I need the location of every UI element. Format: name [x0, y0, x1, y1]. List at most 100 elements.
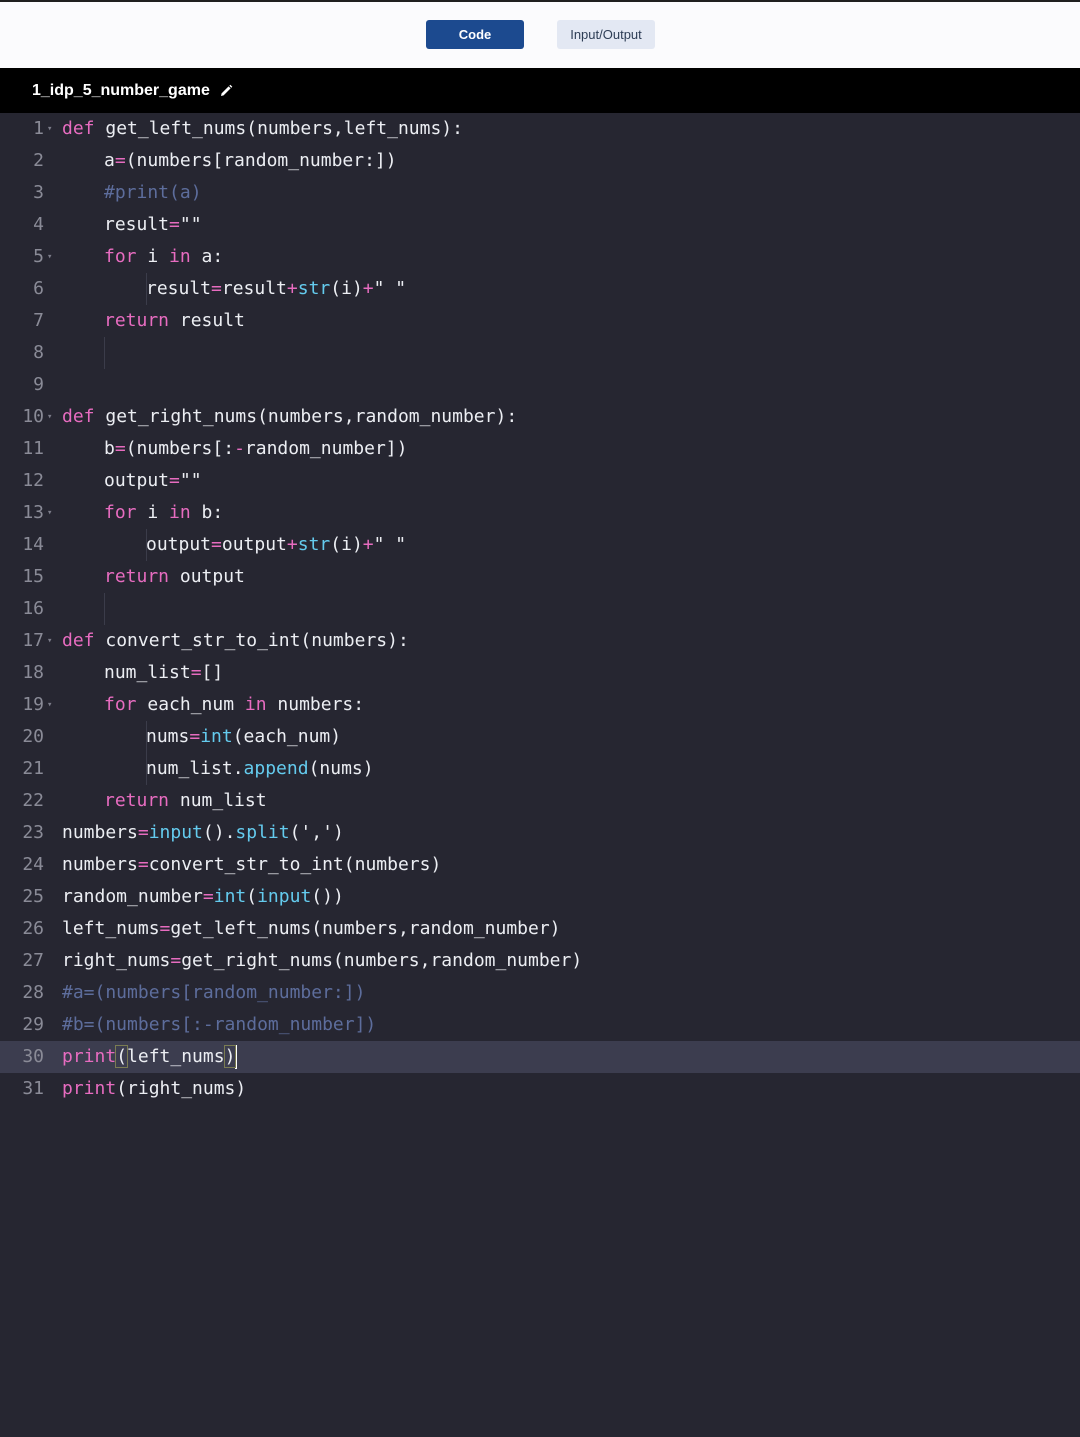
code-token: get_left_nums(numbers,left_nums):: [94, 118, 463, 139]
line-number: 8: [33, 342, 44, 363]
code-token: =: [170, 950, 182, 971]
code-token: "": [179, 470, 202, 491]
fold-arrow-icon[interactable]: ▾: [47, 241, 52, 273]
code-text: nums=int(each_num): [146, 721, 341, 753]
file-title-bar: 1_idp_5_number_game: [0, 69, 1080, 113]
code-text: output=output+str(i)+" ": [146, 529, 406, 561]
code-line[interactable]: 8: [0, 337, 1080, 369]
code-line[interactable]: 22 return num_list: [0, 785, 1080, 817]
code-token: +: [286, 534, 298, 555]
line-number: 22: [22, 790, 44, 811]
indent-guide: [104, 593, 105, 625]
line-number: 16: [22, 598, 44, 619]
tab-code[interactable]: Code: [426, 20, 524, 49]
top-toolbar: Code Input/Output: [0, 0, 1080, 69]
code-text: def get_right_nums(numbers,random_number…: [62, 401, 517, 433]
code-line[interactable]: 13 ▾ for i in b:: [0, 497, 1080, 529]
code-line[interactable]: 21 num_list.append(nums): [0, 753, 1080, 785]
code-token: (: [246, 886, 258, 907]
code-token: result: [221, 278, 287, 299]
code-line[interactable]: 3 #print(a): [0, 177, 1080, 209]
code-token: =: [114, 438, 126, 459]
code-token: num_list.: [146, 758, 244, 779]
code-line[interactable]: 12 output="": [0, 465, 1080, 497]
line-number: 4: [33, 214, 44, 235]
code-line[interactable]: 26 left_nums=get_left_nums(numbers,random…: [0, 913, 1080, 945]
code-token: for: [104, 246, 137, 267]
text-cursor: [235, 1045, 238, 1069]
code-token: output: [169, 566, 245, 587]
fold-arrow-icon[interactable]: ▾: [47, 113, 52, 145]
code-text: random_number=int(input()): [62, 881, 344, 913]
code-token: +: [362, 534, 374, 555]
code-token: random_number]): [244, 438, 408, 459]
code-line[interactable]: 28 #a=(numbers[random_number:]): [0, 977, 1080, 1009]
fold-arrow-icon[interactable]: ▾: [47, 401, 52, 433]
code-editor[interactable]: 1 ▾ def get_left_nums(numbers,left_nums): 2…: [0, 113, 1080, 1437]
code-token: (numbers[:: [125, 438, 235, 459]
code-line[interactable]: 10 ▾ def get_right_nums(numbers,random_num…: [0, 401, 1080, 433]
code-line[interactable]: 29 #b=(numbers[:-random_number]): [0, 1009, 1080, 1041]
code-line[interactable]: 25 random_number=int(input()): [0, 881, 1080, 913]
code-token: "": [179, 214, 202, 235]
code-token: (i): [330, 534, 363, 555]
fold-arrow-icon[interactable]: ▾: [47, 625, 52, 657]
code-line[interactable]: 14 output=output+str(i)+" ": [0, 529, 1080, 561]
fold-arrow-icon[interactable]: ▾: [47, 497, 52, 529]
code-line[interactable]: 7 return result: [0, 305, 1080, 337]
code-token: =: [159, 918, 171, 939]
code-token: (numbers[random_number:]): [125, 150, 397, 171]
code-token: random_number: [62, 886, 203, 907]
line-number: 26: [22, 918, 44, 939]
tab-input-output[interactable]: Input/Output: [557, 20, 655, 49]
code-line[interactable]: 1 ▾ def get_left_nums(numbers,left_nums):: [0, 113, 1080, 145]
code-line[interactable]: 27 right_nums=get_right_nums(numbers,rand…: [0, 945, 1080, 977]
code-token: get_right_nums(numbers,random_number):: [94, 406, 518, 427]
code-text: #a=(numbers[random_number:]): [62, 977, 365, 1009]
file-name: 1_idp_5_number_game: [32, 82, 210, 99]
fold-arrow-icon[interactable]: ▾: [47, 689, 52, 721]
indent-guide: [104, 337, 105, 369]
code-line[interactable]: 19 ▾ for each_num in numbers:: [0, 689, 1080, 721]
code-text: for i in a:: [104, 241, 223, 273]
code-line[interactable]: 23 numbers=input().split(','): [0, 817, 1080, 849]
code-token: =: [169, 470, 180, 491]
code-token: print: [62, 1046, 117, 1067]
code-line[interactable]: 2 a=(numbers[random_number:]): [0, 145, 1080, 177]
code-line[interactable]: 9: [0, 369, 1080, 401]
code-token: num_list: [169, 790, 267, 811]
code-line[interactable]: 18 num_list=[]: [0, 657, 1080, 689]
line-number: 13: [22, 502, 44, 523]
code-token: b: [104, 438, 115, 459]
code-token: left_nums: [127, 1046, 225, 1067]
code-token: (nums): [308, 758, 374, 779]
code-token: str: [297, 278, 331, 299]
code-line[interactable]: 6 result=result+str(i)+" ": [0, 273, 1080, 305]
line-number: 14: [22, 534, 44, 555]
code-token: =: [202, 886, 214, 907]
code-token: (: [115, 1045, 129, 1068]
code-line[interactable]: 30 print(left_nums): [0, 1041, 1080, 1073]
code-token: result: [146, 278, 212, 299]
code-line[interactable]: 24 numbers=convert_str_to_int(numbers): [0, 849, 1080, 881]
code-token: right_nums: [62, 950, 171, 971]
code-line[interactable]: 5 ▾ for i in a:: [0, 241, 1080, 273]
line-number: 15: [22, 566, 44, 587]
code-token: def: [62, 630, 95, 651]
code-token: =: [211, 534, 222, 555]
code-token: output: [146, 534, 212, 555]
code-token: nums: [146, 726, 190, 747]
code-line[interactable]: 17 ▾ def convert_str_to_int(numbers):: [0, 625, 1080, 657]
line-number: 21: [22, 758, 44, 779]
code-line[interactable]: 16: [0, 593, 1080, 625]
code-line[interactable]: 11 b=(numbers[:-random_number]): [0, 433, 1080, 465]
code-line[interactable]: 20 nums=int(each_num): [0, 721, 1080, 753]
code-token: " ": [373, 278, 407, 299]
code-text: right_nums=get_right_nums(numbers,random…: [62, 945, 582, 977]
code-line[interactable]: 4 result="": [0, 209, 1080, 241]
code-line[interactable]: 15 return output: [0, 561, 1080, 593]
code-line[interactable]: 31 print(right_nums): [0, 1073, 1080, 1105]
code-token: =: [189, 726, 201, 747]
pencil-edit-icon[interactable]: [219, 84, 233, 98]
code-text: num_list=[]: [104, 657, 223, 689]
